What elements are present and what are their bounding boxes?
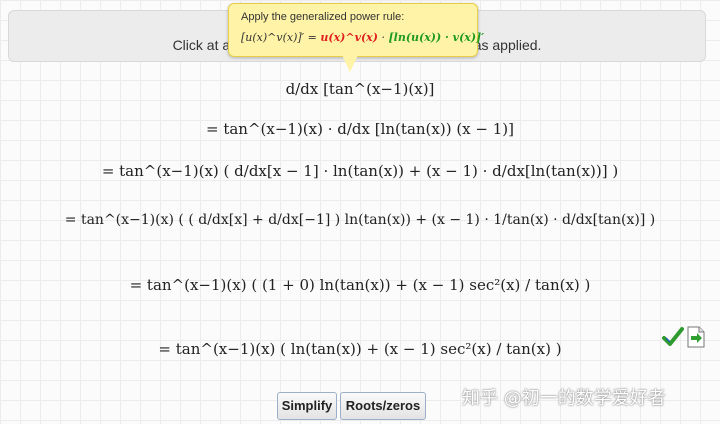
- tooltip-formula-lhs: [u(x)^v(x)]′ =: [241, 31, 317, 44]
- step-text: = tan^(x−1)(x) ( ( d/dx[x] + d/dx[−1] ) …: [64, 212, 656, 228]
- step-text: = tan^(x−1)(x) ( ln(tan(x)) + (x − 1) se…: [158, 340, 562, 358]
- rule-tooltip: Apply the generalized power rule: [u(x)^…: [228, 3, 484, 57]
- tooltip-formula-u: u(x)^v(x): [320, 31, 378, 44]
- derivation-step-1[interactable]: = tan^(x−1)(x) · d/dx [ln(tan(x)) (x − 1…: [0, 120, 720, 138]
- derivation-step-2[interactable]: = tan^(x−1)(x) ( d/dx[x − 1] · ln(tan(x)…: [0, 162, 720, 180]
- tooltip-formula-mid: ·: [381, 31, 385, 44]
- derivation-step-5[interactable]: = tan^(x−1)(x) ( ln(tan(x)) + (x − 1) se…: [0, 340, 720, 358]
- tooltip-formula-ln: [ln(u(x)) · v(x)]′: [388, 31, 485, 44]
- step-text: d/dx [tan^(x−1)(x)]: [285, 80, 435, 98]
- export-icon[interactable]: [686, 326, 706, 348]
- derivation-step-4[interactable]: = tan^(x−1)(x) ( (1 + 0) ln(tan(x)) + (x…: [0, 276, 720, 294]
- tooltip-title: Apply the generalized power rule:: [241, 11, 405, 23]
- tooltip-formula: [u(x)^v(x)]′ = u(x)^v(x) · [ln(u(x)) · v…: [241, 31, 484, 44]
- step-text: = tan^(x−1)(x) ( d/dx[x − 1] · ln(tan(x)…: [101, 162, 619, 180]
- derivation-step-0[interactable]: d/dx [tan^(x−1)(x)]: [0, 80, 720, 98]
- simplify-button[interactable]: Simplify: [277, 392, 337, 420]
- watermark: 知乎 @初一的数学爱好者: [462, 388, 666, 409]
- checkmark-icon[interactable]: [662, 326, 684, 348]
- roots-zeros-button[interactable]: Roots/zeros: [340, 392, 426, 420]
- step-text: = tan^(x−1)(x) ( (1 + 0) ln(tan(x)) + (x…: [129, 276, 591, 294]
- tooltip-arrow: [342, 55, 358, 72]
- derivation-step-3[interactable]: = tan^(x−1)(x) ( ( d/dx[x] + d/dx[−1] ) …: [0, 212, 720, 228]
- step-text: = tan^(x−1)(x) · d/dx [ln(tan(x)) (x − 1…: [205, 120, 514, 138]
